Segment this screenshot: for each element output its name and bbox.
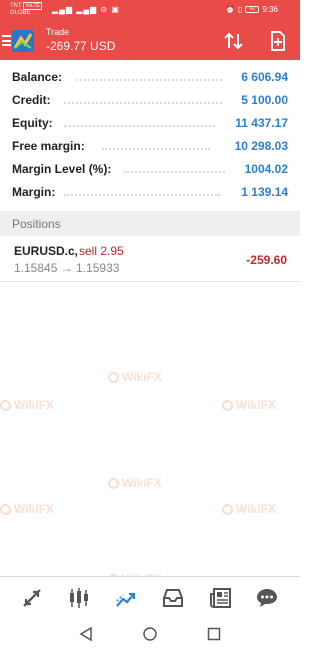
free-margin-value: 10 298.03	[234, 139, 288, 153]
recents-button[interactable]	[206, 626, 222, 642]
status-bar: TNT VoLTE GLOBE ▂▄▆ ▂▄▆ ⊝ ▣ ⏰ ▯ 42 9:36	[0, 0, 300, 22]
watermark: WikiFX	[222, 502, 276, 516]
alarm-icon: ⏰	[225, 5, 236, 14]
carrier-line1: TNT	[10, 3, 22, 9]
messages-icon	[257, 589, 277, 607]
menu-icon[interactable]	[2, 35, 11, 46]
free-margin-label: Free margin:	[12, 139, 85, 153]
quotes-icon	[23, 589, 41, 607]
positions-section-header: Positions	[0, 211, 300, 236]
watermark-logo-icon	[222, 400, 233, 412]
watermark: WikiFX	[0, 502, 54, 516]
carrier-line2: GLOBE	[10, 10, 31, 16]
chart-icon	[70, 588, 88, 608]
margin-level-value: 1004.02	[244, 162, 288, 176]
back-icon	[79, 626, 92, 642]
status-right: ⏰ ▯ 42 9:36	[225, 5, 278, 14]
trade-icon	[116, 592, 136, 607]
position-prices: 1.15845 → 1.15933	[14, 261, 120, 275]
position-symbol: EURUSD.c,	[14, 244, 79, 258]
watermark-logo-icon	[0, 504, 11, 516]
volte-badge: VoLTE	[23, 2, 42, 10]
nav-trade[interactable]	[114, 586, 138, 610]
nav-messages[interactable]	[255, 586, 279, 610]
new-order-icon	[271, 31, 285, 51]
summary-row-equity: Equity: 11 437.17	[0, 111, 300, 134]
watermark-logo-icon	[108, 372, 119, 384]
nav-history[interactable]	[161, 586, 185, 610]
bottom-nav	[0, 576, 300, 618]
metatrader-logo	[12, 30, 34, 52]
balance-value: 6 606.94	[241, 70, 288, 84]
dotted-leader	[102, 148, 210, 150]
credit-value: 5 100.00	[241, 93, 288, 107]
summary-row-balance: Balance: 6 606.94	[0, 65, 300, 88]
nav-news[interactable]	[209, 586, 233, 610]
watermark-logo-icon	[108, 478, 119, 490]
margin-value: 1 139.14	[241, 185, 288, 199]
watermark: WikiFX	[108, 476, 162, 490]
header-balance-change: -269.77 USD	[46, 39, 116, 53]
summary-row-free-margin: Free margin: 10 298.03	[0, 134, 300, 157]
battery-icon: 42	[245, 6, 260, 13]
position-profit: -259.60	[246, 253, 287, 267]
dotted-leader	[64, 102, 222, 104]
watermark: WikiFX	[222, 398, 276, 412]
watermark: WikiFX	[108, 370, 162, 384]
margin-level-label: Margin Level (%):	[12, 162, 112, 176]
system-nav-bar	[0, 618, 300, 650]
sort-icon	[224, 32, 243, 50]
credit-label: Credit:	[12, 93, 51, 107]
summary-row-margin: Margin: 1 139.14	[0, 180, 300, 203]
history-icon	[163, 589, 183, 607]
watermark: WikiFX	[0, 398, 54, 412]
watermark-logo-icon	[222, 504, 233, 516]
balance-label: Balance:	[12, 70, 63, 84]
recents-icon	[207, 627, 221, 641]
home-icon	[143, 627, 157, 641]
news-icon	[210, 588, 231, 608]
nav-quotes[interactable]	[20, 586, 44, 610]
dotted-leader	[124, 171, 225, 173]
position-row[interactable]: EURUSD.c, sell 2.95 1.15845 → 1.15933 -2…	[0, 236, 300, 282]
margin-label: Margin:	[12, 185, 56, 199]
equity-label: Equity:	[12, 116, 53, 130]
new-order-button[interactable]	[266, 30, 290, 52]
sort-button[interactable]	[222, 30, 246, 52]
back-button[interactable]	[78, 626, 94, 642]
vibrate-icon: ▯	[238, 5, 243, 14]
watermark-logo-icon	[0, 400, 11, 412]
carrier-name: TNT VoLTE GLOBE	[10, 2, 42, 17]
dotted-leader	[76, 79, 222, 81]
position-side: sell 2.95	[79, 244, 124, 258]
account-summary: Balance: 6 606.94 Credit: 5 100.00 Equit…	[0, 65, 300, 203]
nav-chart[interactable]	[67, 586, 91, 610]
equity-value: 11 437.17	[235, 116, 288, 130]
signal-icons: ▂▄▆ ▂▄▆ ⊝ ▣	[52, 5, 120, 14]
app-header: Trade -269.77 USD	[0, 22, 300, 60]
header-title: Trade	[46, 27, 70, 37]
status-time: 9:36	[262, 5, 278, 14]
home-button[interactable]	[142, 626, 158, 642]
summary-row-margin-level: Margin Level (%): 1004.02	[0, 157, 300, 180]
summary-row-credit: Credit: 5 100.00	[0, 88, 300, 111]
dotted-leader	[64, 125, 215, 127]
positions-label: Positions	[12, 217, 61, 231]
dotted-leader	[64, 194, 220, 196]
